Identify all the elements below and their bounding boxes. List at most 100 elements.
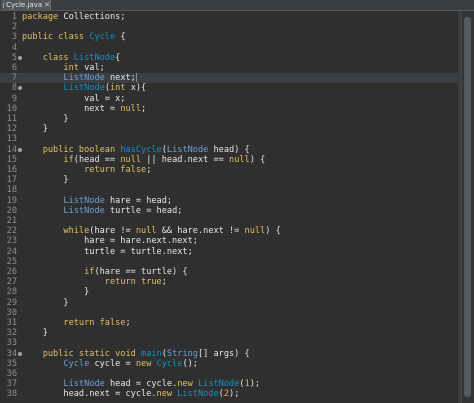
java-file-icon (3, 2, 5, 8)
line-number: 7 (11, 73, 17, 84)
code-token: ) { (265, 226, 281, 237)
code-token: { (115, 32, 126, 43)
code-token: hare = hare.next.next; (22, 236, 198, 247)
code-text: } (22, 124, 48, 134)
tab-cycle-java[interactable]: Cycle.java ✕ (1, 0, 51, 10)
code-token: new (156, 389, 173, 400)
code-text: if(head == null || head.next == null) { (22, 155, 265, 165)
code-text: ListNode turtle = head; (22, 206, 182, 216)
code-token: if (84, 267, 95, 277)
line-number: 38 (6, 389, 17, 400)
code-line[interactable]: 22 while(hare != null && hare.next != nu… (0, 226, 462, 236)
line-number: 17 (6, 175, 17, 186)
code-token: public class (22, 32, 85, 43)
line-number: 22 (6, 226, 17, 237)
code-token: (hare != (89, 226, 136, 237)
code-line[interactable]: 14 public boolean hasCycle(ListNode head… (0, 145, 462, 155)
code-line[interactable]: 3 public class Cycle { (0, 32, 462, 42)
code-token: ListNode (166, 144, 209, 155)
text-caret: | (133, 73, 140, 84)
code-line[interactable]: 8 ListNode(int x){ (0, 83, 462, 93)
code-text: ListNode(int x){ (22, 83, 146, 93)
code-line[interactable]: 25 (0, 257, 462, 267)
code-line[interactable]: 2 (0, 22, 462, 32)
code-token: } (22, 124, 48, 135)
code-line[interactable]: 30 (0, 308, 462, 318)
code-line[interactable]: 7 ListNode next;| (0, 73, 462, 84)
code-line[interactable]: 13 (0, 134, 462, 144)
code-line[interactable]: 4 (0, 43, 462, 53)
code-token: cycle = (89, 358, 136, 369)
line-number: 3 (11, 32, 17, 43)
code-line[interactable]: 24 turtle = turtle.next; (0, 247, 462, 257)
code-token: Collections; (58, 12, 126, 22)
line-number: 23 (6, 236, 17, 247)
line-number: 8 (11, 83, 17, 94)
code-line[interactable]: 9 val = x; (0, 94, 462, 104)
code-token: (head == (73, 154, 121, 165)
line-number: 20 (6, 205, 17, 216)
line-number: 19 (6, 195, 17, 206)
code-line[interactable]: 36 (0, 369, 462, 379)
code-token: } (22, 328, 48, 339)
code-token: ListNode (63, 73, 105, 84)
scrollbar-thumb[interactable] (464, 17, 471, 397)
code-line[interactable]: 31 return false; (0, 318, 462, 328)
code-line[interactable]: 29 } (0, 298, 462, 308)
code-line[interactable]: 10 next = null; (0, 104, 462, 114)
code-token: if (63, 154, 74, 165)
code-token: (hare == turtle) { (94, 267, 188, 277)
code-line[interactable]: 6 int val; (0, 63, 462, 73)
code-token: turtle = head; (104, 205, 183, 216)
code-line[interactable]: 27 return true; (0, 277, 462, 287)
vertical-scrollbar[interactable] (461, 11, 474, 403)
code-line[interactable]: 34 public static void main(String[] args… (0, 349, 462, 359)
code-token: ; (141, 103, 147, 114)
code-line[interactable]: 18 (0, 185, 462, 195)
code-token: null (120, 103, 142, 114)
code-line[interactable]: 20 ListNode turtle = head; (0, 206, 462, 216)
line-number: 1 (11, 12, 17, 22)
code-line[interactable]: 1 package Collections; (0, 12, 462, 22)
code-token: hasCycle (120, 144, 162, 155)
code-token: public static void (42, 348, 136, 359)
code-line[interactable]: 15 if(head == null || head.next == null)… (0, 155, 462, 165)
code-line[interactable]: 35 Cycle cycle = new Cycle(); (0, 359, 462, 369)
close-icon[interactable]: ✕ (44, 1, 50, 9)
tab-label: Cycle.java (6, 1, 43, 9)
code-line[interactable]: 11 } (0, 114, 462, 124)
code-text: if(hare == turtle) { (22, 267, 188, 277)
line-number: 25 (6, 256, 17, 267)
code-line[interactable]: 21 (0, 216, 462, 226)
code-line[interactable]: 5 class ListNode{ (0, 53, 462, 63)
code-text: class ListNode{ (22, 53, 121, 63)
code-text: next = null; (22, 104, 146, 114)
code-line[interactable]: 16 return false; (0, 165, 462, 175)
code-token: next; (104, 73, 136, 84)
code-line[interactable]: 17 } (0, 175, 462, 185)
code-token: int (63, 63, 79, 73)
code-line[interactable]: 12 } (0, 124, 462, 134)
code-editor[interactable]: 1 package Collections; 2 3 public class Cycl… (0, 11, 462, 403)
line-number: 24 (6, 246, 17, 257)
code-line[interactable]: 28 } (0, 287, 462, 297)
line-number: 18 (6, 185, 17, 196)
code-text: return false; (22, 318, 130, 328)
code-line[interactable]: 37 ListNode head = cycle.new ListNode(1)… (0, 379, 462, 389)
code-text: public static void main(String[] args) { (22, 349, 250, 359)
code-token: public boolean (42, 144, 116, 155)
line-number: 9 (11, 93, 17, 104)
line-number: 10 (6, 103, 17, 114)
code-line[interactable]: 19 ListNode hare = head; (0, 196, 462, 206)
code-line[interactable]: 33 (0, 338, 462, 348)
code-line[interactable]: 23 hare = hare.next.next; (0, 236, 462, 246)
code-line[interactable]: 32 } (0, 328, 462, 338)
code-line[interactable]: 38 head.next = cycle.new ListNode(2); (0, 389, 462, 399)
line-number: 26 (6, 267, 17, 277)
code-line[interactable]: 26 if(hare == turtle) { (0, 267, 462, 277)
line-number: 34 (6, 348, 17, 359)
